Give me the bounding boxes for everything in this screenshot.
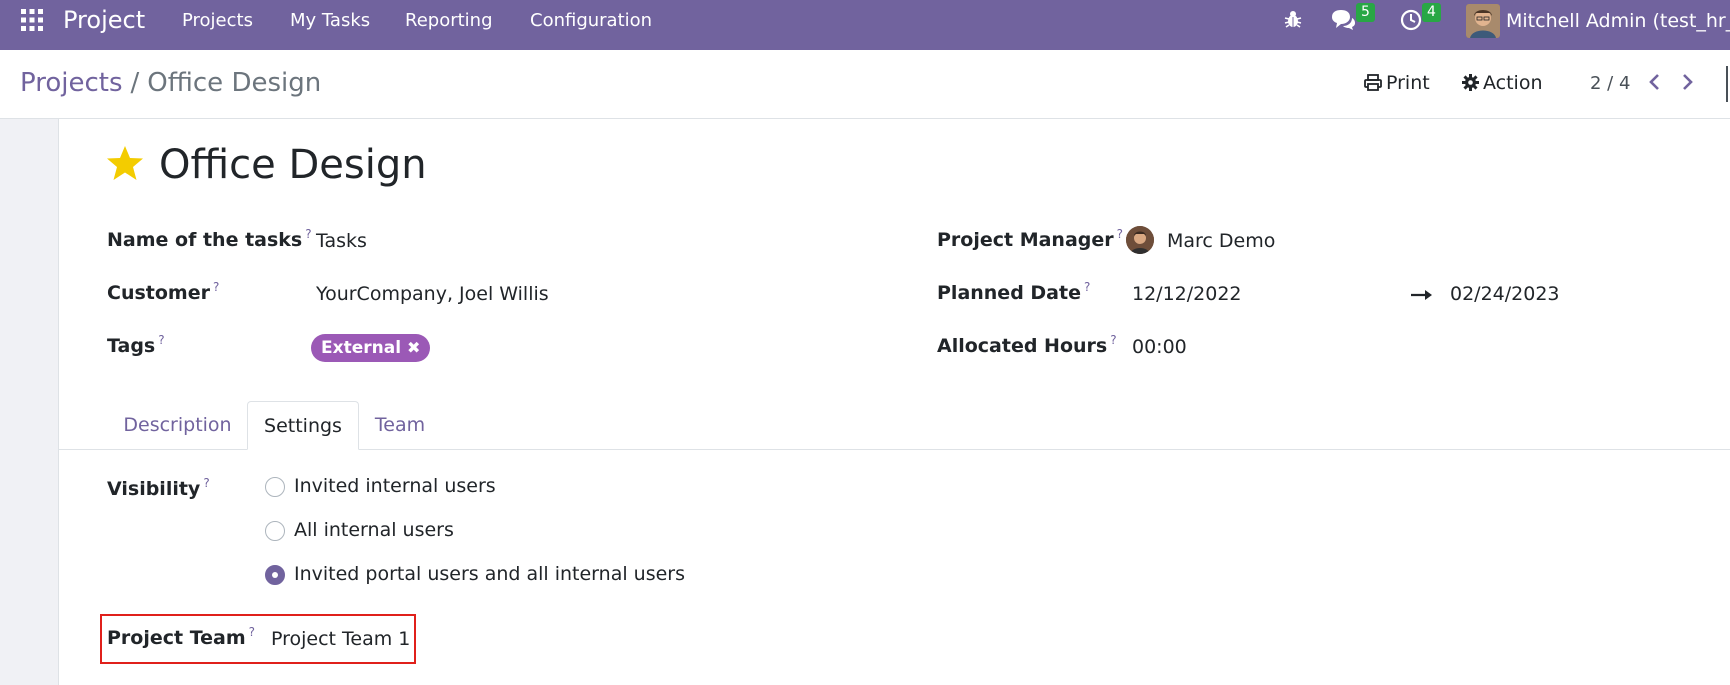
planned-date-end-field[interactable]: 02/24/2023 [1450,283,1560,305]
favorite-star-icon[interactable] [106,145,144,181]
radio-button-checked[interactable] [265,565,285,585]
printer-icon [1364,74,1382,91]
chevron-left-icon[interactable] [1648,73,1662,91]
allocated-hours-label: Allocated Hours? [937,333,1117,357]
help-tooltip-icon[interactable]: ? [249,625,255,639]
long-arrow-right-icon [1411,290,1432,300]
action-label: Action [1483,72,1543,94]
breadcrumb-projects-link[interactable]: Projects [20,68,123,98]
control-panel-divider [1726,66,1728,102]
control-panel: Projects / Office Design Print Action 2 / … [0,50,1730,119]
breadcrumb-current: Office Design [147,68,322,98]
project-team-label: Project Team? [107,625,256,649]
help-tooltip-icon[interactable]: ? [1117,227,1123,241]
tab-description[interactable]: Description [110,401,245,450]
app-name[interactable]: Project [63,6,145,34]
project-manager-field[interactable]: Marc Demo [1167,230,1275,252]
radio-label: Invited portal users and all internal us… [294,563,686,585]
tag-external: External ✖ [311,334,431,362]
menu-configuration[interactable]: Configuration [530,10,652,31]
help-tooltip-icon[interactable]: ? [1084,280,1090,294]
action-button[interactable]: Action [1462,72,1543,94]
radio-label: All internal users [294,519,454,541]
top-navbar: Project Projects My Tasks Reporting Conf… [0,0,1730,50]
customer-label: Customer? [107,280,220,304]
tags-label: Tags? [107,333,165,357]
project-manager-label: Project Manager? [937,227,1124,251]
help-tooltip-icon[interactable]: ? [203,476,209,490]
allocated-hours-field[interactable]: 00:00 [1132,336,1187,358]
help-tooltip-icon[interactable]: ? [305,227,311,241]
planned-date-start-field[interactable]: 12/12/2022 [1132,283,1242,305]
project-title[interactable]: Office Design [159,142,427,188]
chat-bubbles-icon[interactable] [1330,9,1356,31]
clock-icon[interactable] [1400,9,1422,31]
breadcrumb-separator: / [130,68,140,98]
help-tooltip-icon[interactable]: ? [158,333,164,347]
radio-button[interactable] [265,477,285,497]
breadcrumb: Projects / Office Design [20,68,321,98]
print-button[interactable]: Print [1364,72,1430,94]
user-avatar [1466,4,1500,38]
project-team-field[interactable]: Project Team 1 [271,628,410,650]
bug-icon[interactable] [1284,10,1302,28]
print-label: Print [1386,72,1430,94]
radio-button[interactable] [265,521,285,541]
activities-count-badge: 4 [1422,3,1441,22]
chevron-right-icon[interactable] [1680,73,1694,91]
help-tooltip-icon[interactable]: ? [213,280,219,294]
planned-date-label: Planned Date? [937,280,1091,304]
gear-icon [1462,74,1479,91]
menu-reporting[interactable]: Reporting [405,10,493,31]
messages-count-badge: 5 [1356,3,1375,22]
pager-value[interactable]: 2 / 4 [1590,73,1630,94]
apps-grid-icon[interactable] [21,9,43,31]
user-name: Mitchell Admin (test_hr_c [1506,10,1730,32]
tag-remove-icon[interactable]: ✖ [407,338,420,357]
tasks-name-label: Name of the tasks? [107,227,312,251]
radio-label: Invited internal users [294,475,496,497]
tab-settings[interactable]: Settings [247,401,359,450]
manager-avatar [1126,226,1154,254]
tasks-name-field[interactable]: Tasks [316,230,367,252]
help-tooltip-icon[interactable]: ? [1110,333,1116,347]
customer-field[interactable]: YourCompany, Joel Willis [316,283,549,305]
menu-my-tasks[interactable]: My Tasks [290,10,370,31]
menu-projects[interactable]: Projects [182,10,253,31]
visibility-label: Visibility? [107,476,210,500]
tab-team[interactable]: Team [365,401,435,450]
